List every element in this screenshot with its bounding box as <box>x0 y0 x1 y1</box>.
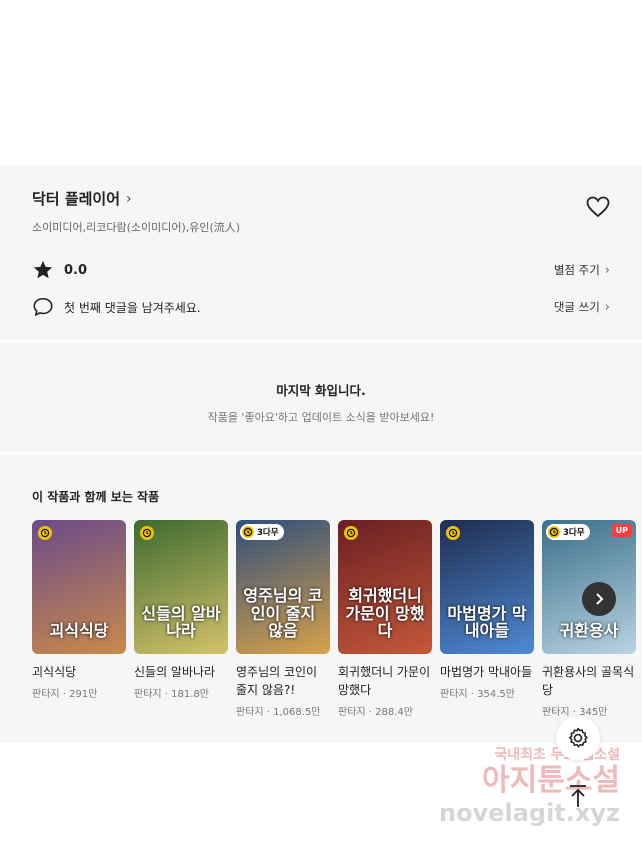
recommendations-section: 이 작품과 함께 보는 작품 괴식식당 괴식식당 판타지 · 291만 신들의 … <box>0 454 642 743</box>
last-episode-title: 마지막 화입니다. <box>276 383 366 398</box>
arrow-up-icon <box>570 785 586 807</box>
card-title[interactable]: 괴식식당 <box>32 663 126 681</box>
write-comment-button[interactable]: 댓글 쓰기 › <box>554 299 610 315</box>
cover-image[interactable]: 괴식식당 <box>32 520 126 654</box>
clock-icon <box>38 526 52 540</box>
cover-title-art: 마법명가 막내아들 <box>447 603 527 641</box>
heart-icon[interactable] <box>586 196 610 218</box>
chevron-right-icon: › <box>604 262 610 278</box>
comment-icon <box>33 297 53 317</box>
card-meta: 판타지 · 181.8만 <box>134 689 209 700</box>
rate-button-label: 별점 주기 <box>553 263 600 277</box>
recommendation-card[interactable]: 괴식식당 괴식식당 판타지 · 291만 <box>32 520 126 718</box>
card-title[interactable]: 회귀했더니 가문이 망했다 <box>338 663 432 699</box>
recommendation-carousel[interactable]: 괴식식당 괴식식당 판타지 · 291만 신들의 알바나라 신들의 알바나라 판… <box>32 520 636 718</box>
badge-label: 3다무 <box>257 528 279 538</box>
cover-title-art: 귀환용사 <box>559 621 619 641</box>
chevron-right-icon: › <box>604 299 610 315</box>
work-title[interactable]: 닥터 플레이어 <box>32 188 120 209</box>
card-meta: 판타지 · 354.5만 <box>440 689 515 700</box>
recommendation-card[interactable]: 3다무 영주님의 코인이 줄지 않음 영주님의 코인이 줄지 않음?! 판타지 … <box>236 520 330 718</box>
wait-free-badge: 3다무 <box>546 524 590 540</box>
gear-icon <box>569 727 588 748</box>
cover-image[interactable]: 마법명가 막내아들 <box>440 520 534 654</box>
cover-title-art: 영주님의 코인이 줄지 않음 <box>243 586 323 641</box>
comment-row: 첫 번째 댓글을 남겨주세요. 댓글 쓰기 › <box>32 296 610 318</box>
rate-button[interactable]: 별점 주기 › <box>554 262 610 278</box>
work-authors: 소이미디어,리코다람(소이미디어),유인(流人) <box>32 221 241 234</box>
settings-button[interactable] <box>556 716 600 760</box>
clock-icon <box>344 526 358 540</box>
chevron-right-icon <box>596 593 604 605</box>
card-title[interactable]: 신들의 알바나라 <box>134 663 228 681</box>
recommendation-card[interactable]: 회귀했더니 가문이 망했다 회귀했더니 가문이 망했다 판타지 · 288.4만 <box>338 520 432 718</box>
card-title[interactable]: 마법명가 막내아들 <box>440 663 534 681</box>
cover-title-art: 신들의 알바나라 <box>141 603 221 641</box>
rating-row: 0.0 별점 주기 › <box>32 259 610 281</box>
title-row[interactable]: 닥터 플레이어 › <box>32 188 610 209</box>
recommendation-card[interactable]: 3다무 UP 귀환용사 귀환용사의 골목식당 판타지 · 345만 <box>542 520 636 718</box>
cover-image[interactable]: 신들의 알바나라 <box>134 520 228 654</box>
badge-label: 3다무 <box>563 528 585 538</box>
card-title[interactable]: 영주님의 코인이 줄지 않음?! <box>236 663 330 699</box>
star-icon <box>33 260 53 279</box>
card-meta: 판타지 · 1,068.5만 <box>236 707 321 718</box>
card-meta: 판타지 · 291만 <box>32 689 98 700</box>
work-info-panel: 닥터 플레이어 › 소이미디어,리코다람(소이미디어),유인(流人) 0.0 별… <box>0 166 642 340</box>
last-episode-subtitle: 작품을 '좋아요'하고 업데이트 소식을 받아보세요! <box>207 411 435 424</box>
scroll-top-button[interactable] <box>556 774 600 818</box>
carousel-next-button[interactable] <box>582 582 616 616</box>
top-blank-area <box>0 0 642 166</box>
clock-icon <box>242 526 254 538</box>
recommendations-heading: 이 작품과 함께 보는 작품 <box>32 490 160 504</box>
rating-value: 0.0 <box>64 262 88 278</box>
recommendation-card[interactable]: 마법명가 막내아들 마법명가 막내아들 판타지 · 354.5만 <box>440 520 534 718</box>
write-comment-label: 댓글 쓰기 <box>553 300 600 314</box>
recommendation-card[interactable]: 신들의 알바나라 신들의 알바나라 판타지 · 181.8만 <box>134 520 228 718</box>
card-meta: 판타지 · 345만 <box>542 707 608 718</box>
cover-image[interactable]: 3다무 영주님의 코인이 줄지 않음 <box>236 520 330 654</box>
last-episode-notice: 마지막 화입니다. 작품을 '좋아요'하고 업데이트 소식을 받아보세요! <box>0 342 642 452</box>
up-badge: UP <box>611 524 632 537</box>
chevron-right-icon[interactable]: › <box>126 191 132 207</box>
cover-title-art: 괴식식당 <box>49 621 109 641</box>
cover-image[interactable]: 회귀했더니 가문이 망했다 <box>338 520 432 654</box>
card-meta: 판타지 · 288.4만 <box>338 707 413 718</box>
clock-icon <box>548 526 560 538</box>
clock-icon <box>140 526 154 540</box>
card-title[interactable]: 귀환용사의 골목식당 <box>542 663 636 699</box>
wait-free-badge: 3다무 <box>240 524 284 540</box>
cover-title-art: 회귀했더니 가문이 망했다 <box>345 586 425 641</box>
comment-prompt: 첫 번째 댓글을 남겨주세요. <box>64 300 201 315</box>
clock-icon <box>446 526 460 540</box>
